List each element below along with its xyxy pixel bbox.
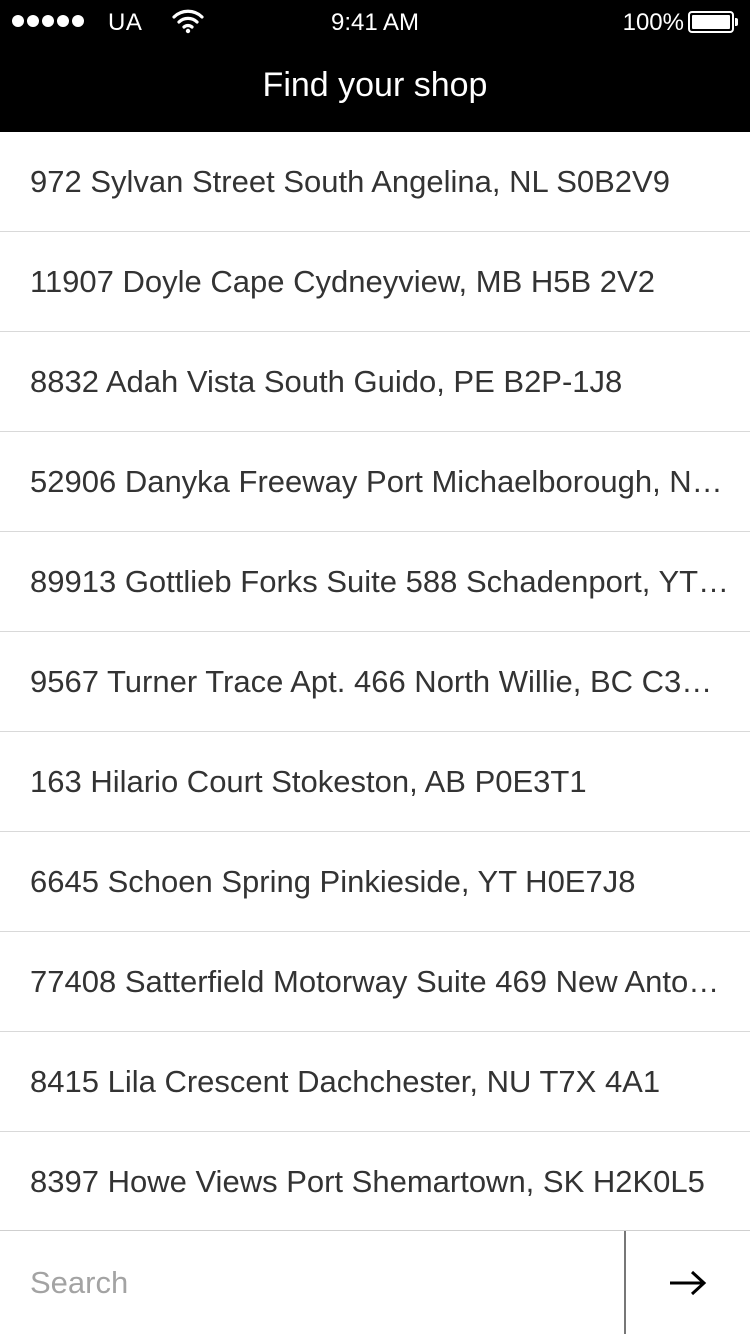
- address-text: 972 Sylvan Street South Angelina, NL S0B…: [30, 163, 670, 199]
- battery-percentage: 100%: [622, 9, 684, 36]
- address-row[interactable]: 8415 Lila Crescent Dachchester, NU T7X 4…: [0, 1032, 750, 1132]
- header: UA 9:41 AM 100% Find your shop: [0, 0, 750, 132]
- address-text: 8415 Lila Crescent Dachchester, NU T7X 4…: [30, 1063, 661, 1099]
- address-row[interactable]: 8397 Howe Views Port Shemartown, SK H2K0…: [0, 1132, 750, 1230]
- go-button[interactable]: [626, 1231, 750, 1334]
- battery-icon: [688, 11, 738, 33]
- address-text: 8832 Adah Vista South Guido, PE B2P-1J8: [30, 363, 623, 399]
- address-row[interactable]: 972 Sylvan Street South Angelina, NL S0B…: [0, 132, 750, 232]
- address-list[interactable]: 972 Sylvan Street South Angelina, NL S0B…: [0, 132, 750, 1230]
- address-text: 89913 Gottlieb Forks Suite 588 Schadenpo…: [30, 563, 730, 599]
- address-text: 9567 Turner Trace Apt. 466 North Willie,…: [30, 663, 713, 699]
- address-text: 77408 Satterfield Motorway Suite 469 New…: [30, 963, 720, 999]
- screen: UA 9:41 AM 100% Find your shop 972 Sylva…: [0, 0, 750, 1334]
- address-text: 11907 Doyle Cape Cydneyview, MB H5B 2V2: [30, 263, 655, 299]
- address-row[interactable]: 11907 Doyle Cape Cydneyview, MB H5B 2V2: [0, 232, 750, 332]
- search-input[interactable]: [0, 1231, 624, 1334]
- address-row[interactable]: 89913 Gottlieb Forks Suite 588 Schadenpo…: [0, 532, 750, 632]
- address-row[interactable]: 77408 Satterfield Motorway Suite 469 New…: [0, 932, 750, 1032]
- address-text: 8397 Howe Views Port Shemartown, SK H2K0…: [30, 1163, 705, 1199]
- arrow-right-icon: [670, 1270, 707, 1295]
- address-text: 6645 Schoen Spring Pinkieside, YT H0E7J8: [30, 863, 636, 899]
- status-bar: UA 9:41 AM 100%: [0, 0, 750, 44]
- address-row[interactable]: 52906 Danyka Freeway Port Michaelborough…: [0, 432, 750, 532]
- address-row[interactable]: 8832 Adah Vista South Guido, PE B2P-1J8: [0, 332, 750, 432]
- address-row[interactable]: 163 Hilario Court Stokeston, AB P0E3T1: [0, 732, 750, 832]
- address-text: 163 Hilario Court Stokeston, AB P0E3T1: [30, 763, 587, 799]
- address-row[interactable]: 9567 Turner Trace Apt. 466 North Willie,…: [0, 632, 750, 732]
- address-row[interactable]: 6645 Schoen Spring Pinkieside, YT H0E7J8: [0, 832, 750, 932]
- address-text: 52906 Danyka Freeway Port Michaelborough…: [30, 463, 723, 499]
- page-title: Find your shop: [262, 66, 488, 104]
- search-bar: [0, 1230, 750, 1334]
